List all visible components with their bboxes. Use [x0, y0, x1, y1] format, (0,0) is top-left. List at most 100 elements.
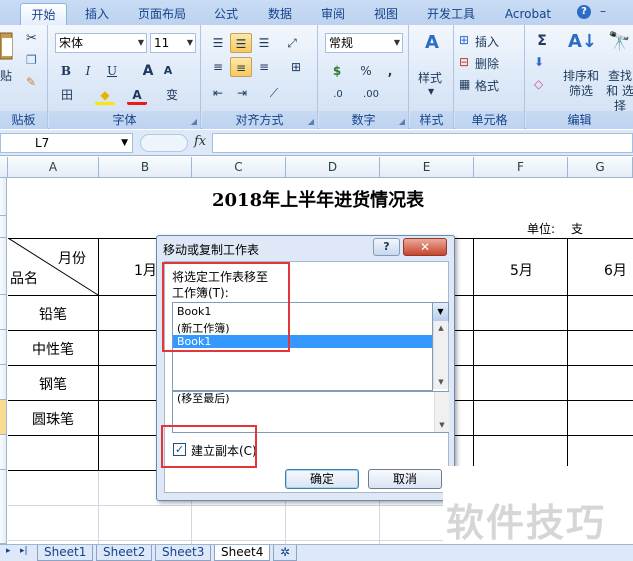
- find-select-button[interactable]: 查找和 选择: [604, 69, 633, 114]
- sheet-tab-3[interactable]: Sheet3: [155, 545, 212, 561]
- last-sheet-icon[interactable]: ▸|: [20, 546, 28, 556]
- before-sheet-item[interactable]: (移至最后): [173, 392, 433, 405]
- insert-cells-button[interactable]: 插入: [475, 33, 499, 50]
- table-border: [567, 238, 568, 471]
- tab-acrobat[interactable]: Acrobat: [495, 3, 561, 25]
- text-direction-icon[interactable]: ⟋: [260, 83, 288, 103]
- align-bottom-icon[interactable]: ☰: [254, 33, 274, 53]
- scroll-up-icon[interactable]: ▲: [434, 321, 448, 335]
- insert-sheet-icon[interactable]: ✲: [273, 545, 297, 561]
- name-box[interactable]: L7 ▼: [0, 133, 133, 153]
- ok-button[interactable]: 确定: [285, 469, 359, 489]
- autosum-button[interactable]: Σ: [532, 31, 552, 51]
- chevron-down-icon[interactable]: ▼: [432, 303, 448, 321]
- grow-font-button[interactable]: A: [139, 61, 157, 81]
- minimize-ribbon-icon[interactable]: –: [600, 4, 606, 18]
- comma-button[interactable]: ,: [381, 61, 399, 81]
- tab-data[interactable]: 数据: [260, 3, 300, 25]
- delete-cells-button[interactable]: 删除: [475, 55, 499, 72]
- dialog-help-button[interactable]: ?: [373, 238, 400, 256]
- row-header-selected[interactable]: [0, 400, 7, 435]
- cancel-button[interactable]: 取消: [368, 469, 442, 489]
- format-painter-icon[interactable]: ✎: [26, 75, 36, 89]
- tab-formulas[interactable]: 公式: [206, 3, 246, 25]
- tab-page-layout[interactable]: 页面布局: [132, 3, 192, 25]
- tab-insert[interactable]: 插入: [76, 3, 118, 25]
- gridline: [98, 470, 99, 544]
- merge-center-icon[interactable]: ⊞: [282, 57, 310, 77]
- font-size-combo[interactable]: 11 ▼: [150, 33, 196, 53]
- scroll-down-icon[interactable]: ▼: [434, 375, 448, 389]
- sheet-tab-4[interactable]: Sheet4: [214, 545, 271, 561]
- fill-icon[interactable]: ⬇: [534, 55, 544, 69]
- row-header[interactable]: [0, 238, 7, 295]
- tab-developer[interactable]: 开发工具: [418, 3, 484, 25]
- find-select-icon: 🔭: [608, 31, 631, 52]
- formula-input[interactable]: [212, 133, 633, 153]
- fill-color-button[interactable]: ◆: [95, 85, 115, 105]
- row-header[interactable]: [0, 216, 7, 238]
- paste-label[interactable]: 贴: [0, 67, 12, 84]
- align-center-icon[interactable]: ≡: [230, 57, 252, 77]
- scroll-down-icon[interactable]: ▼: [435, 418, 449, 432]
- dialog-launcher-icon[interactable]: ◢: [399, 117, 405, 126]
- font-name-combo[interactable]: 宋体 ▼: [55, 33, 147, 53]
- list-scrollbar[interactable]: ▲ ▼: [433, 321, 448, 389]
- sheet-tab-1[interactable]: Sheet1: [37, 545, 94, 561]
- column-header-c[interactable]: C: [192, 157, 286, 178]
- column-header-b[interactable]: B: [99, 157, 192, 178]
- row-header[interactable]: [0, 470, 7, 544]
- shrink-font-button[interactable]: A: [159, 61, 177, 81]
- tab-home[interactable]: 开始: [20, 3, 67, 25]
- select-all-corner[interactable]: [0, 157, 8, 178]
- tab-view[interactable]: 视图: [366, 3, 406, 25]
- increase-indent-icon[interactable]: ⇥: [232, 83, 252, 103]
- align-left-icon[interactable]: ≡: [208, 57, 228, 77]
- format-cells-button[interactable]: 格式: [475, 77, 499, 94]
- unit-value: 支: [571, 222, 584, 236]
- dialog-launcher-icon[interactable]: ◢: [191, 117, 197, 126]
- styles-icon[interactable]: A: [420, 31, 444, 55]
- decrease-decimal-button[interactable]: .00: [357, 85, 385, 105]
- column-header-a[interactable]: A: [8, 157, 99, 178]
- decrease-indent-icon[interactable]: ⇤: [208, 83, 228, 103]
- sort-filter-button[interactable]: 排序和 筛选: [562, 69, 600, 99]
- number-format-combo[interactable]: 常规 ▼: [325, 33, 403, 53]
- group-editing: Σ ⬇ ◇ A↓ 排序和 筛选 🔭 查找和 选择 编辑: [526, 25, 633, 129]
- row-header[interactable]: [0, 330, 7, 365]
- font-color-button[interactable]: A: [127, 85, 147, 105]
- dialog-launcher-icon[interactable]: ◢: [308, 117, 314, 126]
- italic-button[interactable]: I: [79, 61, 97, 81]
- bold-button[interactable]: B: [57, 61, 75, 81]
- column-header-e[interactable]: E: [380, 157, 474, 178]
- orientation-icon[interactable]: ⤢: [282, 33, 302, 53]
- tab-review[interactable]: 审阅: [313, 3, 353, 25]
- align-middle-icon[interactable]: ☰: [230, 33, 252, 53]
- sheet-tab-2[interactable]: Sheet2: [96, 545, 153, 561]
- column-header-f[interactable]: F: [474, 157, 568, 178]
- row-header[interactable]: [0, 365, 7, 400]
- clear-icon[interactable]: ◇: [534, 77, 543, 91]
- styles-button[interactable]: 样式: [418, 69, 442, 86]
- copy-icon[interactable]: ❐: [26, 53, 37, 67]
- row-header[interactable]: [0, 435, 7, 470]
- cut-icon[interactable]: ✂: [26, 31, 37, 46]
- dialog-close-button[interactable]: ✕: [403, 238, 447, 256]
- currency-button[interactable]: $: [325, 61, 349, 81]
- align-top-icon[interactable]: ☰: [208, 33, 228, 53]
- help-icon[interactable]: ?: [577, 5, 591, 19]
- first-sheet-icon[interactable]: ▸: [6, 546, 11, 556]
- underline-button[interactable]: U: [103, 61, 121, 81]
- row-header[interactable]: [0, 295, 7, 330]
- column-header-g[interactable]: G: [568, 157, 633, 178]
- border-button[interactable]: 田: [57, 85, 77, 105]
- increase-decimal-button[interactable]: .0: [325, 85, 351, 105]
- insert-function-icon[interactable]: fx: [194, 134, 206, 149]
- paste-icon[interactable]: [0, 29, 14, 63]
- row-header[interactable]: [0, 178, 7, 216]
- list-scrollbar[interactable]: ▼: [434, 392, 449, 432]
- percent-button[interactable]: %: [357, 61, 375, 81]
- phonetic-button[interactable]: 变: [161, 85, 183, 105]
- align-right-icon[interactable]: ≡: [254, 57, 274, 77]
- column-header-d[interactable]: D: [286, 157, 380, 178]
